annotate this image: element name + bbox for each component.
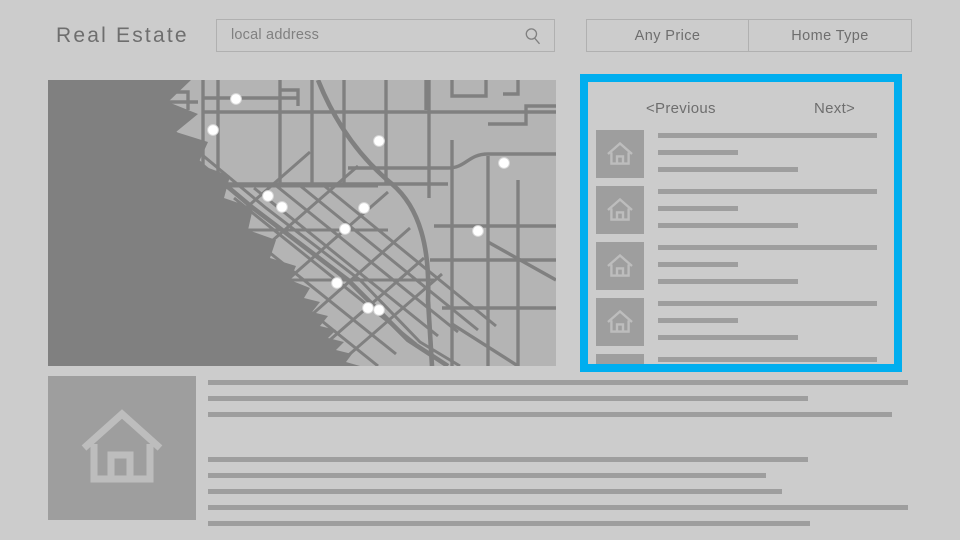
listing-text-placeholder: [658, 130, 894, 172]
listing-text-placeholder: [658, 298, 894, 340]
listing-thumbnail: [596, 298, 644, 346]
detail-thumbnail[interactable]: [48, 376, 196, 520]
app-header: Real Estate local address Any Price Home…: [0, 0, 960, 72]
price-filter[interactable]: Any Price: [586, 19, 749, 52]
text-bar: [208, 489, 782, 494]
listing-title-bar: [658, 301, 877, 306]
text-bar: [208, 473, 766, 478]
detail-paragraph-1: [208, 380, 912, 428]
listing-title-bar: [658, 189, 877, 194]
house-icon: [607, 309, 633, 333]
page-title: Real Estate: [56, 24, 189, 47]
listing-detail-bar: [658, 223, 798, 228]
listing-subtitle-bar: [658, 206, 738, 211]
listing-detail-bar: [658, 167, 798, 172]
pagination: <Previous Next>: [596, 90, 894, 130]
search-input-text: local address: [231, 27, 320, 43]
house-icon: [607, 141, 633, 165]
home-type-filter[interactable]: Home Type: [749, 19, 912, 52]
home-type-filter-label: Home Type: [791, 27, 869, 44]
price-filter-label: Any Price: [634, 27, 701, 44]
text-bar: [208, 396, 808, 401]
house-icon: [607, 197, 633, 221]
text-bar: [208, 412, 892, 417]
list-item[interactable]: [596, 354, 894, 372]
list-item[interactable]: [596, 242, 894, 290]
listing-title-bar: [658, 133, 877, 138]
listing-subtitle-bar: [658, 262, 738, 267]
previous-page-link[interactable]: <Previous: [646, 100, 716, 117]
list-item[interactable]: [596, 186, 894, 234]
house-icon: [81, 409, 163, 483]
listing-thumbnail: [596, 354, 644, 372]
text-bar: [208, 380, 908, 385]
text-bar: [208, 521, 810, 526]
search-icon[interactable]: [524, 27, 542, 45]
listing-detail-bar: [658, 335, 798, 340]
next-page-link[interactable]: Next>: [814, 100, 855, 117]
listing-thumbnail: [596, 130, 644, 178]
detail-paragraph-2: [208, 457, 912, 537]
listing-text-placeholder: [658, 186, 894, 228]
house-icon: [606, 365, 634, 372]
text-bar: [208, 457, 808, 462]
house-icon: [607, 253, 633, 277]
listing-thumbnail: [596, 242, 644, 290]
listing-text-placeholder: [658, 354, 894, 364]
listing-subtitle-bar: [658, 150, 738, 155]
listing-subtitle-bar: [658, 318, 738, 323]
listing-title-bar: [658, 357, 877, 362]
listing-title-bar: [658, 245, 877, 250]
map-view[interactable]: [48, 80, 556, 366]
listings-panel[interactable]: <Previous Next>: [580, 74, 902, 372]
list-item[interactable]: [596, 130, 894, 178]
listing-thumbnail: [596, 186, 644, 234]
listings-list[interactable]: [596, 130, 894, 372]
list-item[interactable]: [596, 298, 894, 346]
listing-detail-bar: [658, 279, 798, 284]
search-input[interactable]: local address: [216, 19, 555, 52]
text-bar: [208, 505, 908, 510]
filter-button-group: Any Price Home Type: [586, 19, 912, 52]
listing-text-placeholder: [658, 242, 894, 284]
